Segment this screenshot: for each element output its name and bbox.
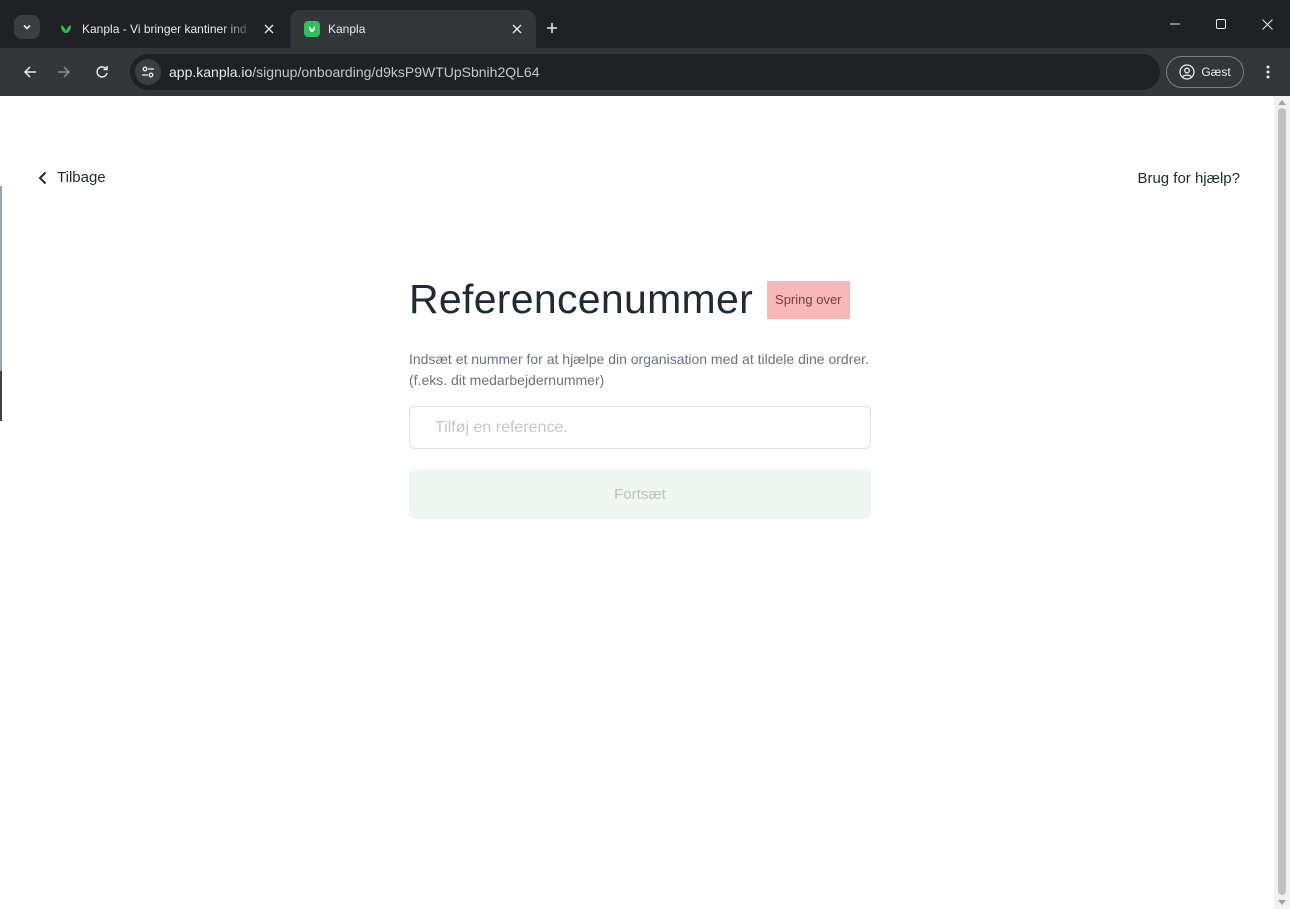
page-scrollbar[interactable]: [1274, 96, 1290, 909]
reference-input[interactable]: [409, 406, 871, 449]
browser-tab-strip: Kanpla - Vi bringer kantiner ind Kanpla: [0, 0, 1290, 48]
profile-label: Gæst: [1201, 65, 1231, 79]
tab-title: Kanpla - Vi bringer kantiner ind: [82, 22, 247, 36]
page-title: Referencenummer: [409, 276, 754, 322]
skip-button[interactable]: Spring over: [767, 280, 850, 319]
scroll-down-arrow-icon[interactable]: [1278, 900, 1286, 905]
back-nav-button[interactable]: [16, 58, 44, 86]
window-edge-artifact: [0, 186, 2, 376]
chevron-left-icon: [38, 171, 47, 184]
browser-menu-button[interactable]: [1256, 58, 1280, 86]
address-bar[interactable]: app.kanpla.io/signup/onboarding/d9ksP9WT…: [130, 54, 1160, 90]
tab-search-button[interactable]: [14, 15, 40, 39]
plus-icon: [547, 23, 557, 33]
forward-nav-button[interactable]: [50, 58, 78, 86]
close-icon: [1261, 18, 1273, 30]
url-path: /signup/onboarding/d9ksP9WTUpSbnih2QL64: [252, 64, 540, 80]
close-window-button[interactable]: [1244, 8, 1290, 40]
browser-toolbar: app.kanpla.io/signup/onboarding/d9ksP9WT…: [0, 48, 1290, 96]
guest-profile-icon: [1179, 64, 1195, 80]
tab-kanpla-active[interactable]: Kanpla: [290, 10, 536, 48]
help-link[interactable]: Brug for hjælp?: [1137, 170, 1240, 187]
maximize-button[interactable]: [1198, 8, 1244, 40]
arrow-right-icon: [58, 66, 71, 78]
url-host: app.kanpla.io: [169, 64, 253, 80]
url-text: app.kanpla.io/signup/onboarding/d9ksP9WT…: [169, 64, 539, 80]
reload-icon: [96, 66, 108, 78]
window-edge-artifact: [0, 371, 2, 421]
title-row: Referencenummer Spring over: [409, 276, 871, 323]
kanpla-leaf-icon: [58, 21, 74, 37]
page-description: Indsæt et nummer for at hjælpe din organ…: [409, 351, 869, 388]
back-link[interactable]: Tilbage: [38, 169, 106, 186]
minimize-button[interactable]: [1152, 8, 1198, 40]
site-info-button[interactable]: [135, 59, 161, 85]
profile-button[interactable]: Gæst: [1166, 56, 1244, 88]
continue-button[interactable]: Fortsæt: [409, 469, 871, 519]
reload-button[interactable]: [88, 58, 116, 86]
scroll-up-arrow-icon[interactable]: [1278, 100, 1286, 105]
scrollbar-thumb[interactable]: [1278, 108, 1286, 895]
maximize-icon: [1216, 19, 1226, 29]
kanpla-logo-icon: [304, 21, 320, 37]
back-label: Tilbage: [57, 169, 106, 186]
arrow-left-icon: [23, 66, 36, 78]
new-tab-button[interactable]: [538, 14, 566, 42]
close-tab-icon[interactable]: [256, 16, 282, 42]
chevron-down-icon: [23, 24, 31, 30]
onboarding-form: Referencenummer Spring over Indsæt et nu…: [409, 276, 871, 519]
close-tab-icon[interactable]: [504, 16, 530, 42]
page-viewport: Tilbage Brug for hjælp? Referencenummer …: [0, 96, 1290, 909]
tab-kanpla-home[interactable]: Kanpla - Vi bringer kantiner ind: [46, 10, 288, 48]
more-vert-icon: [1266, 65, 1270, 79]
tab-title: Kanpla: [328, 22, 366, 36]
minimize-icon: [1170, 23, 1180, 25]
tune-icon: [142, 66, 154, 78]
